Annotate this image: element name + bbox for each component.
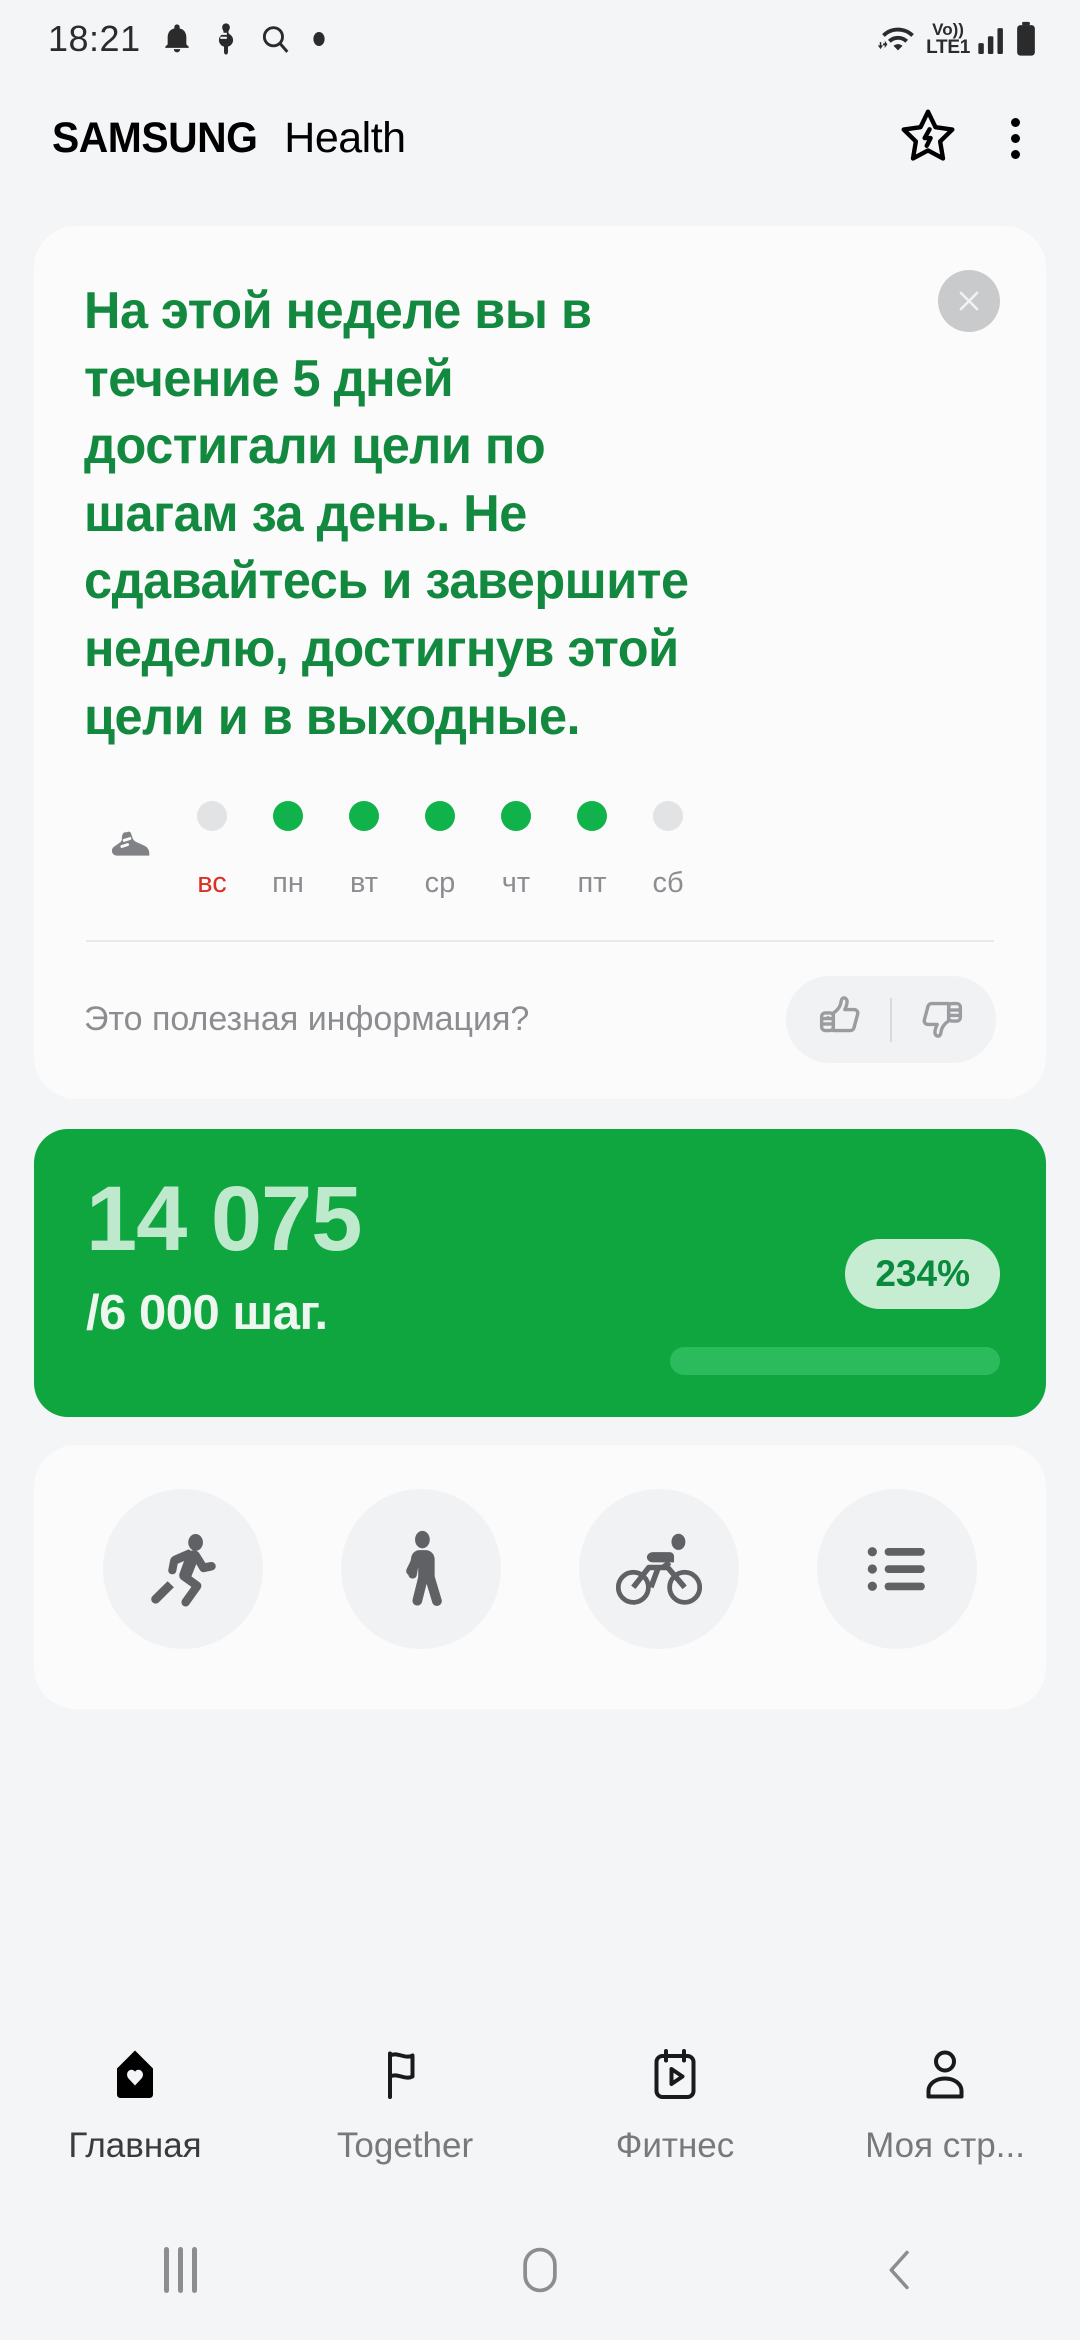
day-dot (501, 801, 531, 832)
wifi-icon (878, 27, 915, 51)
steps-progress-fill (670, 1347, 1000, 1376)
running-icon[interactable] (103, 1489, 263, 1650)
nav-label: Фитнес (615, 2125, 735, 2165)
calendar-play-icon (645, 2045, 705, 2110)
nav-item-fitness[interactable]: Фитнес (540, 2045, 810, 2166)
status-bar-right: Vo)) LTE1 (877, 19, 1038, 59)
nav-item-home[interactable]: Главная (0, 2045, 270, 2166)
status-bar-left: 18:21 (48, 18, 326, 60)
do-not-disturb-icon (218, 23, 233, 55)
battery-icon (1017, 21, 1035, 56)
status-bar: 18:21 Vo)) LTE1 (0, 0, 1080, 78)
status-time: 18:21 (48, 18, 141, 59)
day-cell: пт (554, 801, 630, 900)
day-cell: ср (402, 801, 478, 900)
day-label: пн (272, 867, 304, 900)
cycling-icon[interactable] (579, 1489, 739, 1650)
steps-percent-badge: 234% (845, 1239, 1000, 1310)
system-navigation-bar (0, 2200, 1080, 2340)
day-cell: сб (630, 801, 706, 900)
volte-label-top: Vo)) (932, 20, 964, 39)
feedback-question: Это полезная информация? (84, 1000, 530, 1039)
flag-icon (375, 2045, 435, 2110)
day-cell: чт (478, 801, 554, 900)
app-title: SAMSUNG Health (52, 114, 406, 163)
nav-item-together[interactable]: Together (270, 2045, 540, 2166)
day-dot (197, 801, 227, 832)
day-dot (577, 801, 607, 832)
brand-samsung-label: SAMSUNG (52, 113, 258, 162)
day-dot (653, 801, 683, 832)
walking-icon[interactable] (341, 1489, 501, 1650)
bell-icon (164, 24, 189, 53)
signal-bars-icon (978, 28, 1003, 54)
more-vertical-icon[interactable] (999, 112, 1032, 165)
day-label: вт (349, 867, 379, 900)
day-dot (273, 801, 303, 832)
weekly-goal-strip: вс пн вт ср чт пт сб (84, 801, 996, 900)
back-chevron-icon[interactable] (720, 2244, 1080, 2296)
thumbs-down-icon[interactable] (914, 990, 968, 1049)
nav-label: Together (336, 2125, 474, 2165)
day-cell: вс (174, 801, 250, 900)
bottom-navigation: Главная Together Фитнес Моя стр... (0, 2010, 1080, 2200)
day-label: вс (197, 867, 227, 900)
recents-icon[interactable] (0, 2247, 360, 2293)
day-label: сб (652, 867, 684, 900)
day-label: чт (501, 867, 531, 900)
steps-progress-bar (670, 1347, 1000, 1376)
thumbs-up-icon[interactable] (814, 990, 868, 1049)
shoe-icon (92, 828, 174, 874)
volte-label-bottom: LTE1 (926, 37, 970, 58)
app-header: SAMSUNG Health (0, 78, 1080, 198)
home-heart-icon (105, 2045, 165, 2110)
day-label: пт (577, 867, 607, 900)
close-icon[interactable] (938, 270, 1000, 332)
day-cell: вт (326, 801, 402, 900)
dot-icon (312, 32, 325, 46)
nav-item-my-page[interactable]: Моя стр... (810, 2045, 1080, 2166)
feedback-buttons (786, 976, 996, 1064)
day-cell: пн (250, 801, 326, 900)
brand-health-label: Health (284, 113, 406, 162)
home-circle-icon[interactable] (360, 2244, 720, 2296)
insight-card: На этой неделе вы в течение 5 дней дости… (34, 226, 1046, 1100)
insight-headline: На этой неделе вы в течение 5 дней дости… (84, 282, 689, 746)
app-header-actions (897, 105, 1032, 172)
person-icon (915, 2045, 975, 2110)
day-dot (425, 801, 455, 832)
divider (86, 940, 994, 943)
volte-indicator: Vo)) LTE1 (926, 21, 970, 57)
feedback-row: Это полезная информация? (84, 976, 996, 1069)
nav-label: Главная (68, 2125, 202, 2165)
divider (890, 997, 892, 1042)
list-icon[interactable] (817, 1489, 977, 1650)
nav-label: Моя стр... (865, 2125, 1025, 2165)
search-icon (262, 25, 289, 53)
activity-shortcuts-card (34, 1445, 1046, 1710)
day-label: ср (424, 867, 456, 900)
star-icon[interactable] (897, 105, 959, 172)
day-dot (349, 801, 379, 832)
steps-card[interactable]: 14 075 /6 000 шаг. 234% (34, 1129, 1046, 1418)
